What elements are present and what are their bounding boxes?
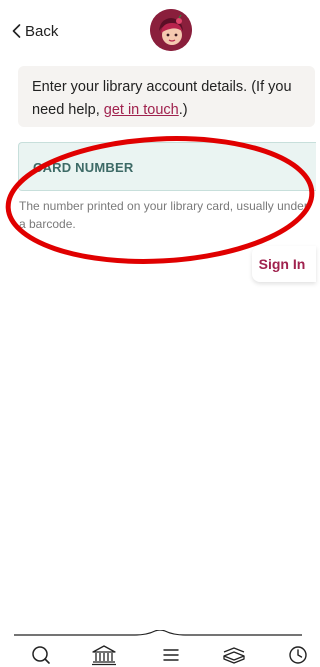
sign-in-button[interactable]: Sign In <box>252 246 316 282</box>
bookshelf-icon <box>223 647 245 664</box>
get-in-touch-link[interactable]: get in touch <box>104 102 179 118</box>
tab-bookshelf[interactable] <box>220 643 248 667</box>
chevron-left-icon <box>12 24 21 38</box>
back-button[interactable]: Back <box>12 22 58 40</box>
app-logo <box>150 9 192 51</box>
tab-search[interactable] <box>27 643 55 667</box>
back-label: Back <box>25 22 59 40</box>
card-number-field[interactable]: CARD NUMBER <box>18 142 316 191</box>
card-number-hint: The number printed on your library card,… <box>19 199 308 231</box>
tab-history[interactable] <box>284 643 312 667</box>
tab-library[interactable] <box>90 643 118 667</box>
instructions-text-end: .) <box>178 102 188 118</box>
clock-icon <box>289 646 307 664</box>
search-icon <box>32 646 50 664</box>
bottom-tab-bar <box>0 630 316 667</box>
tab-menu[interactable] <box>157 643 185 667</box>
card-number-label: CARD NUMBER <box>33 160 134 175</box>
menu-icon <box>163 649 179 661</box>
instructions-box: Enter your library account details. (If … <box>18 66 315 127</box>
library-icon <box>92 645 116 666</box>
